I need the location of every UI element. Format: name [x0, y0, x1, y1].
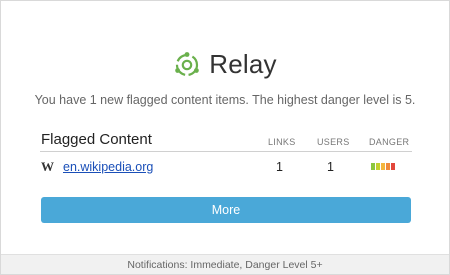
- summary-text: You have 1 new flagged content items. Th…: [34, 93, 416, 107]
- notification-settings-footer: Notifications: Immediate, Danger Level 5…: [1, 254, 449, 274]
- danger-segment: [371, 163, 375, 170]
- table-title: Flagged Content: [41, 131, 152, 148]
- links-count: 1: [276, 160, 283, 174]
- email-notification: Relay You have 1 new flagged content ite…: [0, 0, 450, 275]
- danger-segment: [391, 163, 395, 170]
- danger-level-meter: [371, 163, 395, 170]
- danger-segment: [376, 163, 380, 170]
- column-header-danger: DANGER: [369, 137, 410, 147]
- more-button[interactable]: More: [41, 197, 411, 223]
- column-header-links: LINKS: [268, 137, 296, 147]
- danger-segment: [381, 163, 385, 170]
- wikipedia-icon: W: [41, 159, 54, 174]
- relay-logo-icon: [175, 51, 200, 76]
- users-count: 1: [327, 160, 334, 174]
- flagged-content-table: Flagged Content LINKS USERS DANGER W en.…: [40, 131, 412, 182]
- column-header-users: USERS: [317, 137, 350, 147]
- site-link[interactable]: en.wikipedia.org: [63, 160, 153, 174]
- table-header: Flagged Content LINKS USERS DANGER: [40, 131, 412, 152]
- brand-name: Relay: [209, 49, 277, 79]
- brand-header: Relay: [1, 49, 449, 80]
- table-row: W en.wikipedia.org 1 1: [40, 152, 412, 182]
- danger-segment: [386, 163, 390, 170]
